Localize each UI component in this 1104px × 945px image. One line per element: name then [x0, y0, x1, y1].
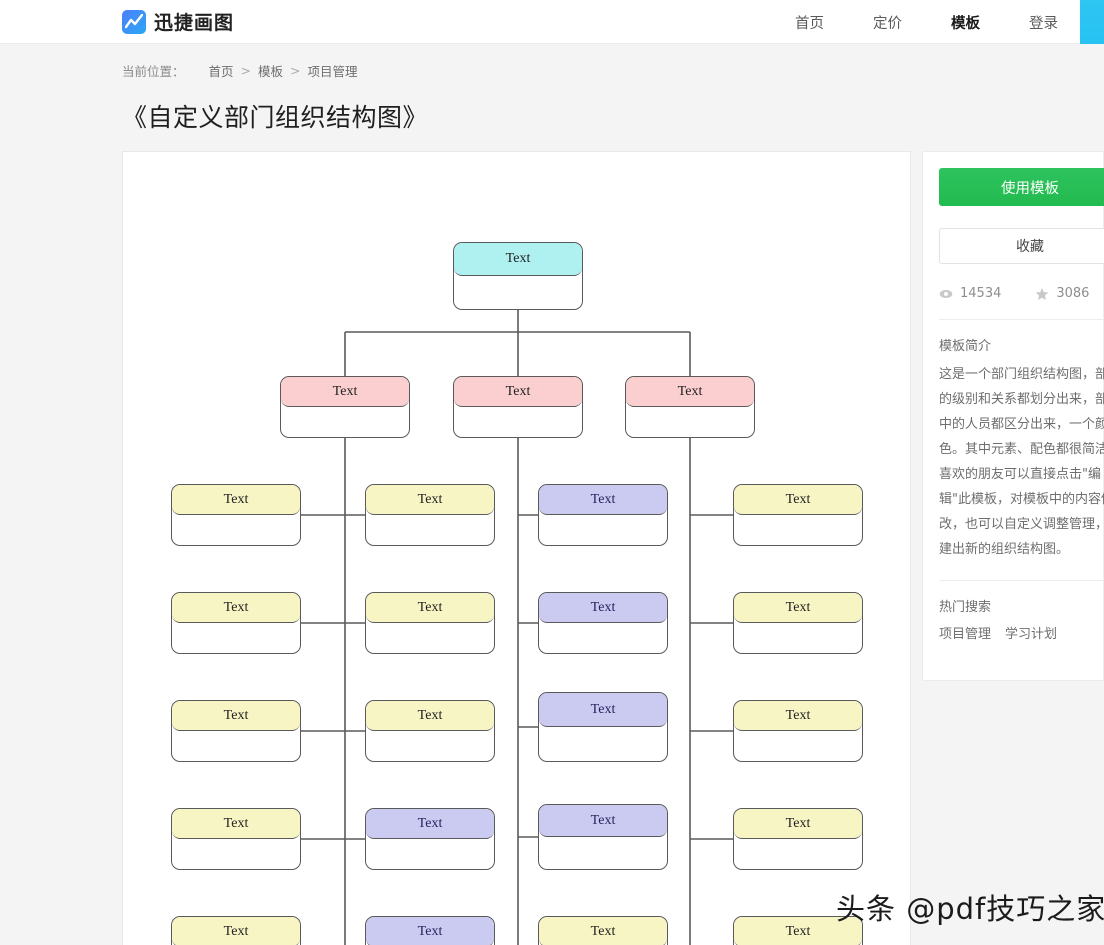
- favorite-button[interactable]: 收藏: [939, 228, 1104, 264]
- diagram-node-r3-c1[interactable]: Text: [171, 700, 301, 762]
- diagram-node-r5-c3[interactable]: Text: [538, 916, 668, 945]
- diagram-node-label: Text: [734, 809, 862, 839]
- sidebar-divider-2: [939, 580, 1104, 581]
- breadcrumb-label: 当前位置：: [122, 64, 185, 79]
- star-icon: [1035, 287, 1049, 301]
- breadcrumb-separator: >: [290, 63, 301, 78]
- template-sidebar: 使用模板 收藏 14534 3086 模板简介 这是一个部门组织结构图，部门的级…: [922, 151, 1104, 681]
- brand[interactable]: 迅捷画图: [122, 8, 234, 35]
- diagram-node-r1-c1[interactable]: Text: [171, 484, 301, 546]
- stars-count: 3086: [1056, 286, 1090, 301]
- views-stat: 14534: [939, 286, 1001, 301]
- breadcrumb: 当前位置： 首页 > 模板 > 项目管理: [122, 61, 1104, 80]
- diagram-node-label: Text: [172, 809, 300, 839]
- diagram-node-r5-c2[interactable]: Text: [365, 916, 495, 945]
- breadcrumb-separator: >: [240, 63, 252, 78]
- diagram-node-r4-c3[interactable]: Text: [538, 804, 668, 870]
- views-count: 14534: [960, 286, 1002, 301]
- sidebar-divider-1: [939, 319, 1104, 320]
- use-template-button[interactable]: 使用模板: [939, 168, 1104, 206]
- diagram-node-label: Text: [539, 805, 667, 837]
- diagram-node-r3-c2[interactable]: Text: [365, 700, 495, 762]
- nav-item-home[interactable]: 首页: [795, 12, 824, 33]
- diagram-node-l1-a[interactable]: Text: [280, 376, 410, 438]
- diagram-node-label: Text: [366, 917, 494, 945]
- diagram-node-r4-c2[interactable]: Text: [365, 808, 495, 870]
- diagram-node-r5-c4[interactable]: Text: [733, 916, 863, 945]
- diagram-node-l1-c[interactable]: Text: [625, 376, 755, 438]
- diagram-node-r2-c2[interactable]: Text: [365, 592, 495, 654]
- diagram-node-label: Text: [281, 377, 409, 407]
- diagram-node-label: Text: [734, 917, 862, 945]
- diagram-node-label: Text: [626, 377, 754, 407]
- diagram-node-r2-c4[interactable]: Text: [733, 592, 863, 654]
- hot-tag-project-management[interactable]: 项目管理: [939, 623, 991, 642]
- chart-line-icon: [122, 9, 146, 34]
- diagram-node-label: Text: [172, 917, 300, 945]
- org-chart-diagram: Text Text Text Text Text Text Text Text Text Text…: [123, 152, 910, 945]
- diagram-node-label: Text: [539, 593, 667, 623]
- intro-text: 这是一个部门组织结构图，部门的级别和关系都划分出来，部门中的人员都区分出来，一个…: [939, 367, 1104, 557]
- nav-item-templates[interactable]: 模板: [951, 12, 980, 33]
- diagram-node-label: Text: [366, 809, 494, 839]
- nav-item-pricing[interactable]: 定价: [873, 12, 902, 33]
- hot-search-tags: 项目管理 学习计划: [939, 623, 1103, 642]
- diagram-node-label: Text: [734, 701, 862, 731]
- diagram-node-label: Text: [366, 485, 494, 515]
- diagram-node-r1-c4[interactable]: Text: [733, 484, 863, 546]
- template-preview-canvas[interactable]: Text Text Text Text Text Text Text Text Text Text…: [122, 151, 911, 945]
- breadcrumb-item-templates[interactable]: 模板: [258, 61, 283, 80]
- diagram-node-r1-c3[interactable]: Text: [538, 484, 668, 546]
- diagram-node-label: Text: [366, 701, 494, 731]
- diagram-node-r4-c1[interactable]: Text: [171, 808, 301, 870]
- brand-name: 迅捷画图: [154, 12, 235, 34]
- diagram-node-root[interactable]: Text: [453, 242, 583, 310]
- eye-icon: [939, 287, 953, 301]
- template-stats: 14534 3086: [939, 286, 1103, 301]
- diagram-node-label: Text: [454, 243, 582, 276]
- header-cta-button[interactable]: [1080, 0, 1104, 44]
- diagram-node-r5-c1[interactable]: Text: [171, 916, 301, 945]
- diagram-node-label: Text: [734, 593, 862, 623]
- diagram-node-label: Text: [539, 693, 667, 727]
- diagram-node-label: Text: [539, 917, 667, 945]
- intro-title: 模板简介: [939, 339, 992, 354]
- diagram-node-r1-c2[interactable]: Text: [365, 484, 495, 546]
- stars-stat: 3086: [1035, 286, 1089, 301]
- nav-item-login[interactable]: 登录: [1029, 12, 1058, 33]
- hot-search-title: 热门搜索: [939, 600, 992, 615]
- site-header: 迅捷画图 首页 定价 模板 登录: [0, 0, 1104, 44]
- diagram-node-r2-c3[interactable]: Text: [538, 592, 668, 654]
- main-nav: 首页 定价 模板 登录: [795, 0, 1058, 44]
- diagram-node-label: Text: [172, 593, 300, 623]
- breadcrumb-item-project-management[interactable]: 项目管理: [308, 61, 358, 80]
- diagram-node-label: Text: [172, 701, 300, 731]
- diagram-node-l1-b[interactable]: Text: [453, 376, 583, 438]
- diagram-node-r4-c4[interactable]: Text: [733, 808, 863, 870]
- diagram-node-label: Text: [366, 593, 494, 623]
- diagram-node-label: Text: [172, 485, 300, 515]
- diagram-node-r3-c3[interactable]: Text: [538, 692, 668, 762]
- hot-tag-study-plan[interactable]: 学习计划: [1005, 623, 1057, 642]
- diagram-node-r2-c1[interactable]: Text: [171, 592, 301, 654]
- page-title: 《自定义部门组织结构图》: [122, 103, 429, 132]
- breadcrumb-item-home[interactable]: 首页: [209, 61, 234, 80]
- content-area: Text Text Text Text Text Text Text Text Text Text…: [0, 151, 1104, 945]
- diagram-node-label: Text: [454, 377, 582, 407]
- diagram-node-r3-c4[interactable]: Text: [733, 700, 863, 762]
- diagram-node-label: Text: [734, 485, 862, 515]
- diagram-node-label: Text: [539, 485, 667, 515]
